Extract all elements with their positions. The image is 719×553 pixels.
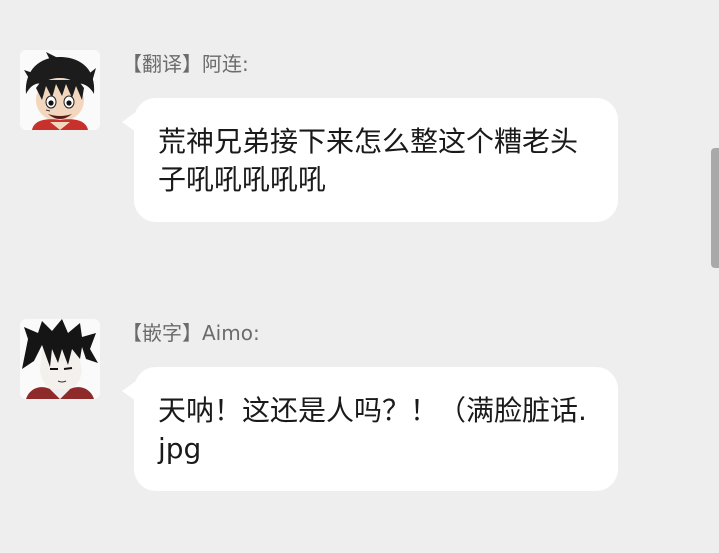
sender-avatar[interactable]: [20, 319, 100, 399]
message-text: 天呐！这还是人吗？！（满脸脏话.jpg: [158, 394, 587, 465]
sender-avatar[interactable]: [20, 50, 100, 130]
straw-hat-character-avatar-icon: [20, 50, 100, 130]
scrollbar[interactable]: [711, 148, 719, 268]
message-text: 荒神兄弟接下来怎么整这个糟老头子吼吼吼吼吼: [158, 125, 579, 196]
sender-name: 【嵌字】Aimo:: [122, 321, 260, 345]
black-hair-character-avatar-icon: [20, 319, 100, 399]
sender-name: 【翻译】阿连:: [122, 52, 249, 76]
message-bubble[interactable]: 荒神兄弟接下来怎么整这个糟老头子吼吼吼吼吼: [134, 98, 618, 222]
message-bubble[interactable]: 天呐！这还是人吗？！（满脸脏话.jpg: [134, 367, 618, 491]
